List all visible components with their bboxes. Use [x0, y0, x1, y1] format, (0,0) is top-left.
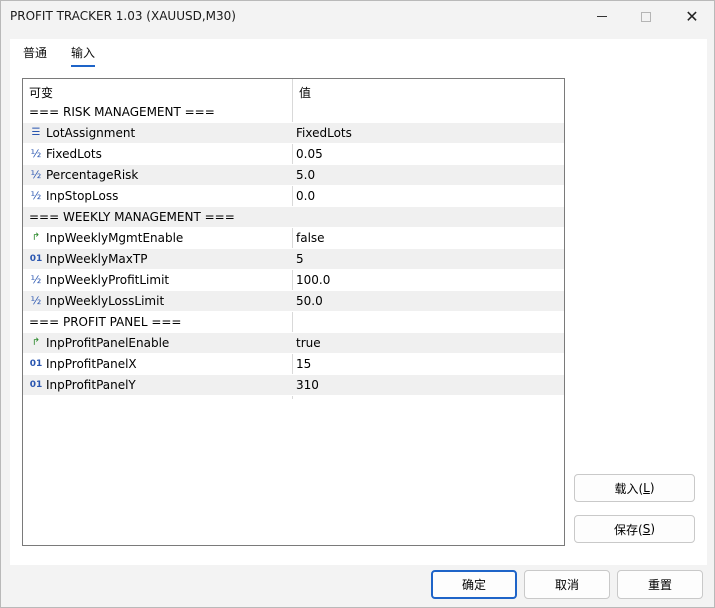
- row-name: 01 InpProfitPanelY: [29, 378, 136, 392]
- cancel-button[interactable]: 取消: [524, 570, 610, 599]
- row-name-text: InpStopLoss: [46, 189, 119, 203]
- table-row[interactable]: 01 InpProfitPanelX 15: [23, 354, 564, 375]
- load-button-key: L: [643, 481, 650, 495]
- minimize-button[interactable]: [579, 1, 625, 32]
- row-name-text: InpWeeklyProfitLimit: [46, 273, 170, 287]
- inputs-grid[interactable]: 可变 值 === RISK MANAGEMENT === ☰ LotAssignme…: [22, 78, 565, 546]
- double-icon: ½: [30, 168, 42, 181]
- row-name-text: FixedLots: [46, 147, 102, 161]
- row-name: ½ FixedLots: [29, 147, 102, 161]
- row-name: === WEEKLY MANAGEMENT ===: [29, 210, 235, 224]
- row-name-text: InpProfitPanelX: [46, 357, 137, 371]
- row-value[interactable]: true: [296, 336, 321, 350]
- dialog-window: PROFIT TRACKER 1.03 (XAUUSD,M30) ✕ 普通 输入…: [0, 0, 715, 608]
- row-name-text: === WEEKLY MANAGEMENT ===: [29, 210, 235, 224]
- int-icon: 01: [29, 359, 43, 369]
- double-icon: ½: [30, 294, 42, 307]
- tab-common[interactable]: 普通: [23, 44, 47, 65]
- int-icon: 01: [29, 380, 43, 390]
- cancel-button-label: 取消: [554, 578, 579, 592]
- table-row[interactable]: ☰ LotAssignment FixedLots: [23, 123, 564, 144]
- close-icon: ✕: [685, 7, 699, 26]
- save-button-label: 保存(: [614, 522, 643, 537]
- reset-button-label: 重置: [647, 578, 672, 592]
- row-name-text: InpWeeklyMaxTP: [46, 252, 148, 266]
- row-name: ↱ InpWeeklyMgmtEnable: [29, 231, 184, 245]
- table-row[interactable]: ½ PercentageRisk 5.0: [23, 165, 564, 186]
- minimize-icon: [597, 16, 607, 17]
- row-name: ½ PercentageRisk: [29, 168, 139, 182]
- maximize-button: [623, 1, 669, 32]
- table-row[interactable]: === WEEKLY MANAGEMENT ===: [23, 207, 564, 228]
- header-value[interactable]: 值: [299, 84, 311, 101]
- save-button-key: S: [642, 522, 651, 536]
- tab-bar: 普通 输入: [10, 39, 707, 67]
- row-name: 01 InpProfitPanelX: [29, 357, 137, 371]
- double-icon: ½: [30, 147, 42, 160]
- table-row[interactable]: 01 InpProfitPanelY 310: [23, 375, 564, 396]
- reset-button[interactable]: 重置: [617, 570, 703, 599]
- double-icon: ½: [30, 273, 42, 286]
- title-bar[interactable]: PROFIT TRACKER 1.03 (XAUUSD,M30) ✕: [1, 1, 714, 32]
- save-button-end: ): [650, 522, 655, 536]
- row-name-text: === RISK MANAGEMENT ===: [29, 105, 215, 119]
- bool-icon: ↱: [31, 337, 41, 348]
- row-name: ½ InpWeeklyLossLimit: [29, 294, 165, 308]
- close-button[interactable]: ✕: [669, 1, 715, 32]
- save-button[interactable]: 保存(S): [574, 515, 695, 543]
- maximize-icon: [641, 11, 651, 22]
- table-row[interactable]: ↱ InpWeeklyMgmtEnable false: [23, 228, 564, 249]
- ok-button[interactable]: 确定: [431, 570, 517, 599]
- row-name-text: LotAssignment: [46, 126, 136, 140]
- double-icon: ½: [30, 189, 42, 202]
- load-button[interactable]: 载入(L): [574, 474, 695, 502]
- row-name-text: InpWeeklyMgmtEnable: [46, 231, 184, 245]
- row-value[interactable]: 5.0: [296, 168, 315, 182]
- row-value[interactable]: false: [296, 231, 325, 245]
- row-name-text: PercentageRisk: [46, 168, 139, 182]
- table-row[interactable]: ↱ InpProfitPanelEnable true: [23, 333, 564, 354]
- table-row[interactable]: 01 InpWeeklyMaxTP 5: [23, 249, 564, 270]
- row-name: === PROFIT PANEL ===: [29, 315, 181, 329]
- dialog-client: 普通 输入 可变 值 === RISK MANAGEMENT === ☰ LotAs…: [10, 39, 707, 565]
- table-row[interactable]: ½ InpWeeklyLossLimit 50.0: [23, 291, 564, 312]
- enum-icon: ☰: [31, 127, 41, 138]
- row-name-text: === PROFIT PANEL ===: [29, 315, 182, 329]
- tab-inputs[interactable]: 输入: [71, 44, 96, 67]
- int-icon: 01: [29, 254, 43, 264]
- header-variable[interactable]: 可变: [29, 84, 53, 101]
- row-name-text: InpProfitPanelEnable: [46, 336, 170, 350]
- table-row[interactable]: ½ InpWeeklyProfitLimit 100.0: [23, 270, 564, 291]
- row-value[interactable]: 0.05: [296, 147, 323, 161]
- row-name: ↱ InpProfitPanelEnable: [29, 336, 170, 350]
- row-value[interactable]: 15: [296, 357, 311, 371]
- row-name: ☰ LotAssignment: [29, 126, 136, 140]
- table-row[interactable]: === PROFIT PANEL ===: [23, 312, 564, 333]
- row-name-text: InpWeeklyLossLimit: [46, 294, 165, 308]
- table-row[interactable]: ½ FixedLots 0.05: [23, 144, 564, 165]
- row-value[interactable]: 5: [296, 252, 304, 266]
- row-value[interactable]: FixedLots: [296, 126, 352, 140]
- table-row[interactable]: === RISK MANAGEMENT ===: [23, 102, 564, 123]
- table-row[interactable]: ½ InpStopLoss 0.0: [23, 186, 564, 207]
- load-button-end: ): [649, 481, 655, 495]
- row-name: === RISK MANAGEMENT ===: [29, 105, 215, 119]
- bool-icon: ↱: [31, 232, 41, 243]
- row-name: ½ InpStopLoss: [29, 189, 119, 203]
- row-name: ½ InpWeeklyProfitLimit: [29, 273, 169, 287]
- row-value[interactable]: 50.0: [296, 294, 323, 308]
- row-value[interactable]: 310: [296, 378, 319, 392]
- ok-button-label: 确定: [461, 578, 486, 592]
- row-name: 01 InpWeeklyMaxTP: [29, 252, 148, 266]
- window-title: PROFIT TRACKER 1.03 (XAUUSD,M30): [10, 9, 236, 23]
- row-name-text: InpProfitPanelY: [46, 378, 136, 392]
- row-value[interactable]: 0.0: [296, 189, 315, 203]
- row-value[interactable]: 100.0: [296, 273, 330, 287]
- load-button-label: 载入(: [614, 481, 644, 496]
